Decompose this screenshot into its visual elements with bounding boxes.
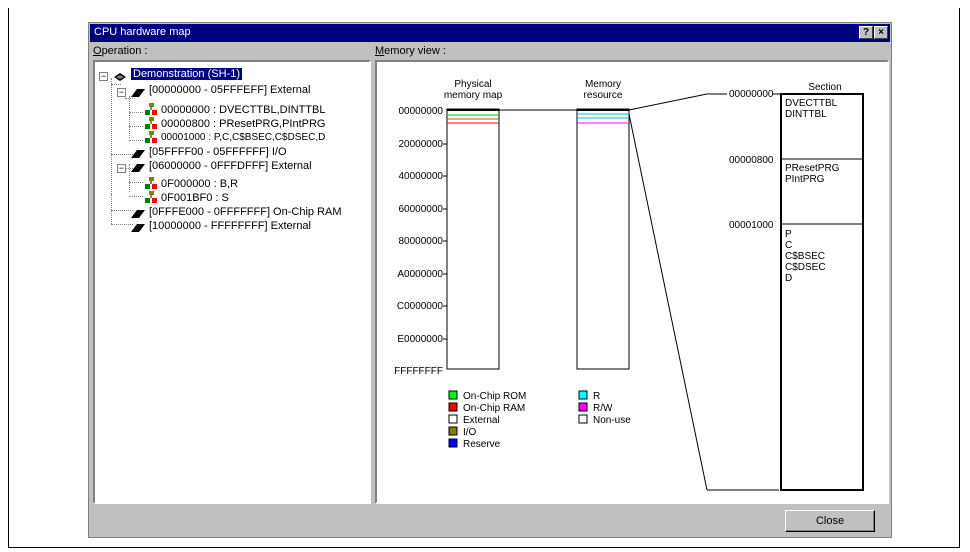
section-title: Section	[808, 82, 841, 93]
tree-item-external-3[interactable]: [10000000 - FFFFFFFF] External	[149, 219, 311, 233]
axis-label-ffffffff: FFFFFFFF	[394, 366, 443, 377]
section-icon	[145, 103, 157, 115]
axis-label-40000000: 40000000	[399, 171, 444, 182]
close-button[interactable]: Close	[785, 510, 875, 532]
operation-tree-panel[interactable]: − Demonstration (SH-1) − [00000000 - 05F…	[93, 60, 371, 504]
collapse-external2-toggle[interactable]: −	[117, 164, 126, 173]
memory-chip-icon	[131, 210, 145, 218]
section-name: P	[785, 229, 792, 240]
legend-nonuse: Non-use	[593, 415, 631, 426]
tree-item-onchip-ram[interactable]: [0FFFE000 - 0FFFFFFF] On-Chip RAM	[149, 205, 342, 219]
physical-title-line1: Physical	[454, 79, 491, 90]
section-name: PIntPRG	[785, 174, 825, 185]
legend-external: External	[463, 415, 500, 426]
legend-swatch-r	[578, 390, 588, 400]
legend-swatch-onchip-rom	[448, 390, 458, 400]
axis-label-20000000: 20000000	[399, 139, 444, 150]
section-icon	[145, 131, 157, 143]
collapse-root-toggle[interactable]: −	[99, 72, 108, 81]
axis-label-c0000000: C0000000	[397, 301, 444, 312]
memory-map-diagram: Physical memory map 00000000 20000000 40…	[394, 79, 864, 491]
section-address-0: 00000000	[729, 89, 774, 100]
physical-memory-bar	[446, 108, 500, 370]
legend-swatch-reserve	[448, 438, 458, 448]
section-name: PResetPRG	[785, 163, 840, 174]
tree-item-section-0[interactable]: 00000000 : DVECTTBL,DINTTBL	[161, 103, 325, 117]
operation-label: Operation :	[93, 45, 148, 57]
legend-swatch-external	[448, 414, 458, 424]
legend-reserve: Reserve	[463, 439, 501, 450]
section-icon	[145, 191, 157, 203]
memory-chip-icon	[131, 89, 145, 97]
tree-item-section-s[interactable]: 0F001BF0 : S	[161, 191, 229, 205]
legend-onchip-rom: On-Chip ROM	[463, 391, 526, 402]
collapse-external-toggle[interactable]: −	[117, 88, 126, 97]
legend-io: I/O	[463, 427, 477, 438]
physical-title-line2: memory map	[444, 90, 503, 101]
section-name: C$BSEC	[785, 251, 825, 262]
legend-swatch-nonuse	[578, 414, 588, 424]
tree-item-external-1[interactable]: [00000000 - 05FFFEFF] External	[149, 83, 310, 97]
legend-onchip-ram: On-Chip RAM	[463, 403, 525, 414]
section-name: C$DSEC	[785, 262, 826, 273]
title-bar: CPU hardware map ? ×	[90, 24, 890, 42]
resource-title-line1: Memory	[585, 79, 621, 90]
help-button[interactable]: ?	[859, 26, 873, 39]
tree-root-demonstration[interactable]: Demonstration (SH-1)	[131, 67, 242, 81]
section-name: D	[785, 273, 792, 284]
section-address-1000: 00001000	[729, 220, 774, 231]
memory-resource-bar	[576, 108, 630, 370]
axis-label-00000000: 00000000	[399, 106, 444, 117]
cpu-hardware-map-dialog: CPU hardware map ? × Operation : Memory …	[88, 22, 892, 538]
cpu-icon	[114, 73, 126, 81]
memory-chip-icon	[131, 224, 145, 232]
axis-label-80000000: 80000000	[399, 236, 444, 247]
close-window-button[interactable]: ×	[874, 26, 888, 39]
tree-item-external-2[interactable]: [06000000 - 0FFFDFFF] External	[149, 159, 312, 173]
axis-label-60000000: 60000000	[399, 204, 444, 215]
section-name: DINTTBL	[785, 109, 827, 120]
axis-label-a0000000: A0000000	[397, 269, 443, 280]
section-column	[780, 93, 864, 491]
section-icon	[145, 117, 157, 129]
memory-chip-icon	[131, 150, 145, 158]
section-name: C	[785, 240, 792, 251]
tree-item-section-1000[interactable]: 00001000 : P,C,C$BSEC,C$DSEC,D	[161, 131, 325, 145]
axis-label-e0000000: E0000000	[397, 334, 443, 345]
resource-title-line2: resource	[584, 90, 623, 101]
tree-item-io[interactable]: [05FFFF00 - 05FFFFFF] I/O	[149, 145, 287, 159]
memory-view-label: Memory view :	[375, 45, 446, 57]
legend-rw: R/W	[593, 403, 613, 414]
section-address-800: 00000800	[729, 155, 774, 166]
legend-swatch-onchip-ram	[448, 402, 458, 412]
legend-r: R	[593, 391, 600, 402]
memory-chip-icon	[131, 164, 145, 172]
section-icon	[145, 177, 157, 189]
legend-swatch-io	[448, 426, 458, 436]
tree-item-section-800[interactable]: 00000800 : PResetPRG,PIntPRG	[161, 117, 325, 131]
section-name: DVECTTBL	[785, 98, 838, 109]
window-title: CPU hardware map	[94, 26, 191, 38]
legend-swatch-rw	[578, 402, 588, 412]
tree-item-section-br[interactable]: 0F000000 : B,R	[161, 177, 238, 191]
memory-view-panel: Physical memory map 00000000 20000000 40…	[375, 60, 889, 504]
